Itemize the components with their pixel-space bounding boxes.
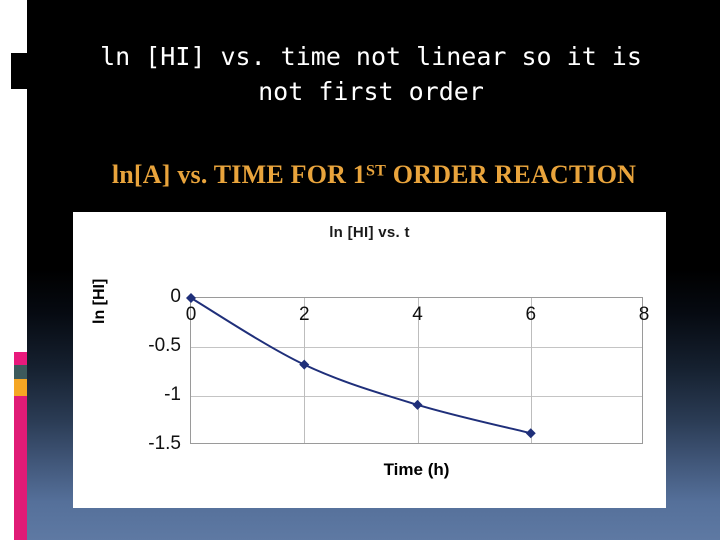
chart-plot-area: 02468 [186,293,649,444]
subheading-prefix: ln[A] vs. TIME FOR 1 [111,160,366,189]
chart-y-tick-label: -0.5 [148,335,181,356]
chart-x-axis-title: Time (h) [383,460,450,479]
strip-black-block [11,53,27,89]
strip-segment-teal [14,365,27,379]
strip-segment-pink-long [14,396,27,540]
chart-y-tick-label: 0 [170,286,181,307]
chart-data-point [412,399,423,410]
slide-subheading: ln[A] vs. TIME FOR 1ST ORDER REACTION [34,160,714,190]
chart-y-axis-title: ln [HI] [91,278,108,324]
chart-data-point [186,293,196,303]
strip-segment-gold [14,379,27,396]
chart-series [186,293,536,439]
chart-y-tick-labels: 0 -0.5 -1 -1.5 [117,212,185,508]
slide-headline: ln [HI] vs. time not linear so it is not… [100,42,642,106]
chart-y-tick-label: -1.5 [148,433,181,454]
chart-card: ln [HI] vs. t ln [HI] 0 -0.5 -1 -1.5 02468 … [73,212,666,508]
strip-segment-pink-top [14,352,27,365]
subheading-suffix: ORDER REACTION [386,160,637,189]
chart-data-point [525,428,536,439]
subheading-superscript: ST [366,162,387,180]
chart-data-point [299,359,310,370]
chart-series-line [190,297,531,435]
chart-y-tick-label: -1 [164,384,181,405]
